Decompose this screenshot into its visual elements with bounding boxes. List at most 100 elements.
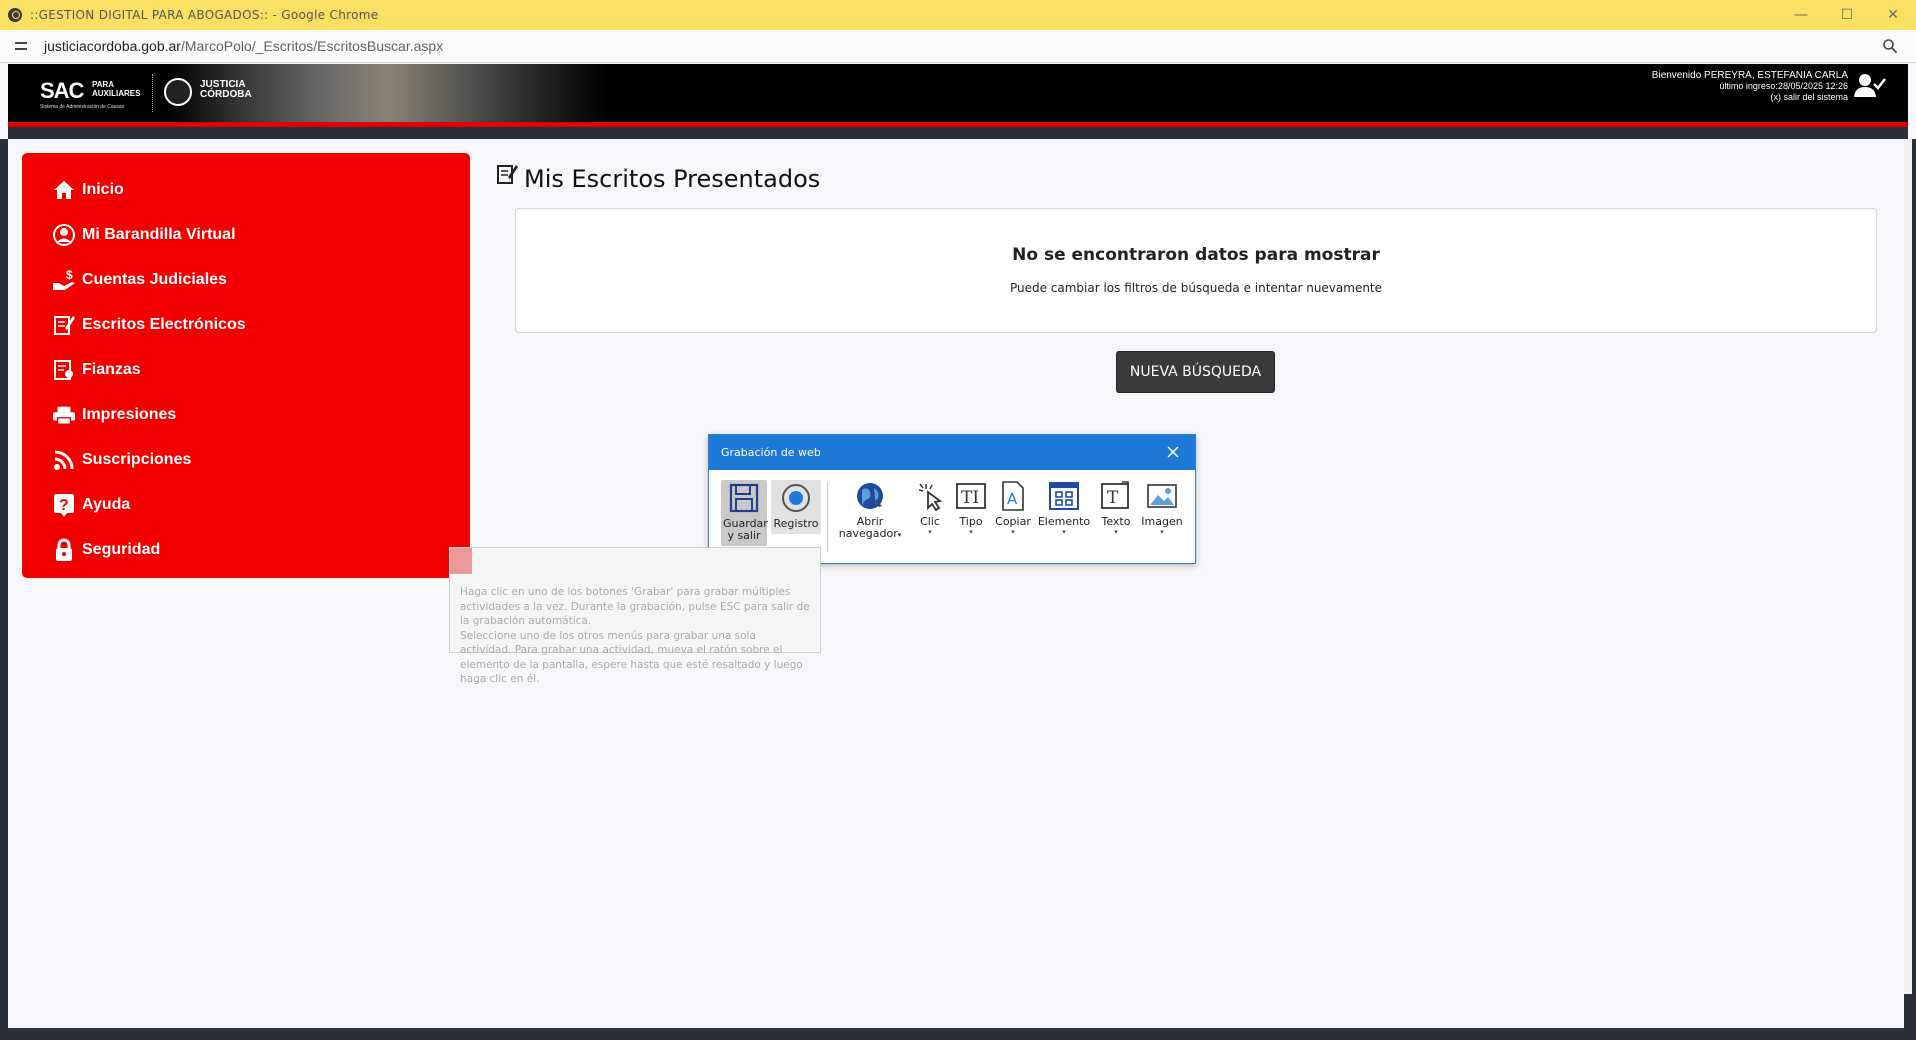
welcome-text: Bienvenido PEREYRA, ESTEFANIA CARLA — [1651, 70, 1848, 81]
element-button[interactable]: Elemento ▾ — [1037, 480, 1091, 536]
minimize-button[interactable]: — — [1778, 0, 1824, 30]
sidebar-item-cuentas[interactable]: $ Cuentas Judiciales — [22, 257, 470, 302]
header-shadow — [8, 127, 1908, 139]
user-circle-icon — [52, 223, 76, 247]
empty-results-heading: No se encontraron datos para mostrar — [1012, 245, 1380, 265]
address-bar[interactable]: justiciacordoba.gob.ar/MarcoPolo/_Escrit… — [0, 30, 1916, 63]
sidebar-item-label: Impresiones — [82, 405, 177, 423]
sac-logo-sub1: PARA — [92, 80, 115, 89]
sidebar-item-barandilla[interactable]: Mi Barandilla Virtual — [22, 212, 470, 257]
chevron-down-icon: ▾ — [1011, 528, 1015, 536]
open-browser-button[interactable]: Abrir navegador▾ — [837, 480, 903, 541]
sidebar-item-label: Suscripciones — [82, 450, 192, 468]
sidebar-item-seguridad[interactable]: Seguridad — [22, 527, 470, 572]
recorder-tooltip-text: Haga clic en uno de los botones 'Grabar'… — [460, 586, 810, 685]
sidebar-item-fianzas[interactable]: Fianzas — [22, 347, 470, 392]
chevron-down-icon: ▾ — [969, 528, 973, 536]
user-welcome: Bienvenido PEREYRA, ESTEFANIA CARLA últi… — [1652, 70, 1848, 103]
window-controls: — ☐ ✕ — [1778, 0, 1916, 30]
edit-document-icon — [52, 313, 76, 337]
rss-icon — [52, 448, 76, 472]
page-title: Mis Escritos Presentados — [496, 155, 820, 193]
sidebar-item-inicio[interactable]: Inicio — [22, 167, 470, 212]
printer-icon — [52, 403, 76, 427]
recorder-tooltip: Haga clic en uno de los botones 'Grabar'… — [449, 547, 821, 685]
type-button[interactable]: TI Tipo ▾ — [953, 480, 989, 536]
window-bottom-edge — [0, 1028, 1916, 1040]
page-scrollbar[interactable] — [1904, 139, 1912, 994]
type-label: Tipo — [959, 515, 983, 528]
grid-window-icon — [1048, 480, 1080, 512]
logo-separator — [152, 74, 153, 112]
site-header: SAC PARA AUXILIARES Sistema de Administra… — [8, 64, 1908, 122]
chevron-down-icon: ▾ — [1062, 528, 1066, 536]
sidebar-item-suscripciones[interactable]: Suscripciones — [22, 437, 470, 482]
window-title: ::GESTION DIGITAL PARA ABOGADOS:: - Goog… — [30, 8, 379, 22]
recorder-title: Grabación de web — [721, 446, 821, 459]
globe-icon — [854, 480, 886, 512]
image-button[interactable]: Imagen ▾ — [1139, 480, 1185, 536]
empty-results-panel: No se encontraron datos para mostrar Pue… — [515, 208, 1877, 333]
url-domain: justiciacordoba.gob.ar — [44, 38, 181, 54]
sidebar-menu: Inicio Mi Barandilla Virtual $ Cuentas J… — [22, 153, 470, 578]
svg-text:T: T — [1107, 488, 1119, 508]
sidebar-item-ayuda[interactable]: ? Ayuda — [22, 482, 470, 527]
svg-text:TI: TI — [961, 488, 979, 508]
justicia-logo-line2: CÓRDOBA — [200, 89, 252, 100]
site-settings-icon[interactable] — [14, 38, 30, 54]
sidebar-item-label: Cuentas Judiciales — [82, 270, 227, 288]
close-window-button[interactable]: ✕ — [1870, 0, 1916, 30]
save-icon — [728, 482, 760, 514]
copy-label: Copiar — [995, 515, 1031, 528]
copy-document-icon: A — [997, 480, 1029, 512]
sac-logo[interactable]: SAC — [40, 78, 84, 104]
sidebar-item-label: Fianzas — [82, 360, 141, 378]
url-text[interactable]: justiciacordoba.gob.ar/MarcoPolo/_Escrit… — [44, 38, 443, 54]
url-path: /MarcoPolo/_Escritos/EscritosBuscar.aspx — [180, 38, 444, 54]
save-exit-button[interactable]: Guardar y salir — [721, 480, 768, 546]
logout-link[interactable]: (x) salir del sistema — [1652, 92, 1848, 103]
svg-text:A: A — [1007, 490, 1018, 508]
web-recorder-panel: Grabación de web Guardar y salir Registr… — [708, 434, 1196, 564]
browser-window: ::GESTION DIGITAL PARA ABOGADOS:: - Goog… — [0, 0, 1916, 1040]
sidebar-item-label: Mi Barandilla Virtual — [82, 225, 236, 243]
sidebar-item-label: Ayuda — [82, 495, 131, 513]
save-exit-label: Guardar y salir — [723, 517, 768, 542]
sidebar-item-escritos[interactable]: Escritos Electrónicos — [22, 302, 470, 347]
svg-text:$: $ — [66, 269, 73, 282]
toolbar-separator — [827, 482, 828, 552]
user-check-icon — [1854, 74, 1886, 97]
home-icon — [52, 178, 76, 202]
close-icon[interactable] — [1165, 444, 1181, 460]
page-title-text: Mis Escritos Presentados — [524, 165, 821, 193]
open-browser-label: Abrir navegador — [838, 515, 898, 540]
sidebar-item-label: Inicio — [82, 180, 124, 198]
sac-logo-sub2: AUXILIARES — [92, 89, 141, 98]
record-icon — [780, 482, 812, 514]
justicia-logo: JUSTICIA CÓRDOBA — [200, 80, 252, 100]
maximize-button[interactable]: ☐ — [1824, 0, 1870, 30]
image-label: Imagen — [1141, 515, 1183, 528]
record-button[interactable]: Registro — [771, 480, 821, 534]
sidebar-item-impresiones[interactable]: Impresiones — [22, 392, 470, 437]
text-extract-icon: T — [1100, 480, 1132, 512]
svg-text:?: ? — [59, 497, 69, 514]
sidebar-item-label: Escritos Electrónicos — [82, 315, 246, 333]
record-label: Registro — [773, 517, 819, 530]
sac-logo-sub: PARA AUXILIARES — [92, 80, 140, 98]
zoom-icon[interactable] — [1882, 38, 1898, 54]
sac-logo-tagline: Sistema de Administración de Causas — [40, 104, 125, 110]
text-label: Texto — [1101, 515, 1131, 528]
copy-button[interactable]: A Copiar ▾ — [993, 480, 1033, 536]
question-icon: ? — [52, 493, 76, 517]
title-bar: ::GESTION DIGITAL PARA ABOGADOS:: - Goog… — [0, 0, 1916, 30]
last-login: último ingreso:28/05/2025 12:26 — [1719, 81, 1848, 91]
image-icon — [1146, 480, 1178, 512]
text-button[interactable]: T Texto ▾ — [1097, 480, 1135, 536]
click-button[interactable]: Clic ▾ — [911, 480, 949, 536]
site-favicon-icon — [8, 8, 22, 22]
click-label: Clic — [920, 515, 940, 528]
new-search-button[interactable]: NUEVA BÚSQUEDA — [1116, 351, 1275, 393]
cursor-highlight — [450, 548, 472, 574]
empty-results-text: Puede cambiar los filtros de búsqueda e … — [1009, 281, 1383, 295]
